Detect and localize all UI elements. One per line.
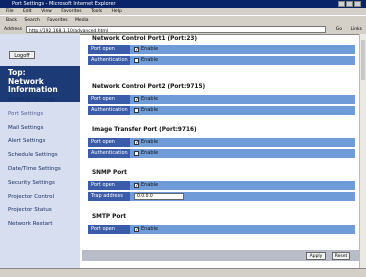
section-title-control-port1: Network Control Port1 (Port:23)	[92, 36, 198, 42]
row-value: Enable	[141, 150, 159, 156]
port-open-checkbox[interactable]: ✓	[134, 227, 139, 233]
section-title-smtp-port: SMTP Port	[92, 214, 127, 220]
form-row: Port open ✓ Enable	[88, 95, 355, 104]
port-open-checkbox[interactable]: ✓	[134, 140, 139, 146]
form-row: Port open ✓ Enable	[88, 45, 355, 54]
menu-file[interactable]: File	[6, 9, 14, 14]
sidebar-item-projector-status[interactable]: Projector Status	[8, 204, 82, 218]
action-bar: Apply Reset	[82, 250, 360, 261]
logoff-button[interactable]: Logoff	[9, 51, 35, 59]
search-button[interactable]: Search	[24, 18, 39, 23]
trap-address-input[interactable]: 0.0.0.0	[134, 193, 184, 200]
address-input[interactable]: http://192.168.1.10/advanced.html	[26, 26, 326, 34]
address-label: Address	[4, 27, 22, 32]
authentication-checkbox[interactable]	[134, 108, 139, 113]
go-button[interactable]: Go	[336, 25, 342, 34]
vertical-scrollbar[interactable]	[359, 34, 366, 268]
row-value: Enable	[141, 96, 159, 102]
section-title-image-transfer-port: Image Transfer Port (Port:9716)	[92, 127, 197, 133]
media-button[interactable]: Media	[75, 18, 89, 23]
sidebar-item-datetime-settings[interactable]: Date/Time Settings	[8, 163, 82, 177]
sidebar-item-port-settings[interactable]: Port Settings	[8, 108, 82, 122]
window-title: Port Settings - Microsoft Internet Explo…	[12, 1, 116, 7]
row-label: Port open	[88, 45, 130, 54]
sidebar-item-security-settings[interactable]: Security Settings	[8, 177, 82, 191]
title-bar: Port Settings - Microsoft Internet Explo…	[0, 0, 366, 8]
row-value: Enable	[141, 46, 159, 52]
menu-favorites[interactable]: Favorites	[61, 9, 81, 14]
row-value: Enable	[141, 107, 159, 113]
menu-help[interactable]: Help	[112, 9, 122, 14]
back-button[interactable]: Back	[6, 18, 17, 23]
form-row: Port open ✓ Enable	[88, 225, 355, 234]
form-row: Port open ✓ Enable	[88, 138, 355, 147]
links-button[interactable]: Links	[350, 25, 362, 34]
minimize-icon[interactable]	[338, 1, 345, 7]
port-open-checkbox[interactable]: ✓	[134, 183, 139, 189]
port-open-checkbox[interactable]: ✓	[134, 47, 139, 53]
row-label: Port open	[88, 181, 130, 190]
row-label: Port open	[88, 138, 130, 147]
scrollbar-thumb[interactable]	[361, 40, 365, 80]
menu-edit[interactable]: Edit	[23, 9, 32, 14]
row-label: Authentication	[88, 56, 130, 65]
form-row: Authentication Enable	[88, 149, 355, 158]
row-value: Enable	[141, 57, 159, 63]
row-label: Authentication	[88, 106, 130, 115]
menu-bar: File Edit View Favorites Tools Help	[0, 8, 366, 15]
form-row: Authentication Enable	[88, 56, 355, 65]
reset-button[interactable]: Reset	[332, 252, 350, 260]
row-label: Authentication	[88, 149, 130, 158]
sidebar: Logoff Top: Network Information Network …	[0, 34, 80, 268]
sidebar-item-schedule-settings[interactable]: Schedule Settings	[8, 149, 82, 163]
sidebar-item-network-settings[interactable]: Network Settings	[8, 94, 82, 108]
row-value: Enable	[141, 226, 159, 232]
row-value: Enable	[141, 182, 159, 188]
row-label: Trap address	[88, 192, 130, 201]
close-icon[interactable]	[354, 1, 361, 7]
form-row: Port open ✓ Enable	[88, 181, 355, 190]
sidebar-item-alert-settings[interactable]: Alert Settings	[8, 135, 82, 149]
authentication-checkbox[interactable]	[134, 151, 139, 156]
menu-view[interactable]: View	[41, 9, 52, 14]
row-label: Port open	[88, 95, 130, 104]
sidebar-item-mail-settings[interactable]: Mail Settings	[8, 122, 82, 136]
section-title-control-port2: Network Control Port2 (Port:9715)	[92, 84, 206, 90]
sidebar-item-network-restart[interactable]: Network Restart	[8, 218, 82, 232]
form-row: Trap address 0.0.0.0	[88, 192, 355, 201]
authentication-checkbox[interactable]	[134, 58, 139, 63]
main-content: Network Control Port1 (Port:23) Port ope…	[82, 34, 360, 268]
section-title-snmp-port: SNMP Port	[92, 170, 127, 176]
menu-tools[interactable]: Tools	[91, 9, 102, 14]
sidebar-item-projector-control[interactable]: Projector Control	[8, 191, 82, 205]
port-open-checkbox[interactable]: ✓	[134, 97, 139, 103]
sidebar-nav: Network Settings Port Settings Mail Sett…	[8, 94, 82, 232]
form-row: Authentication Enable	[88, 106, 355, 115]
row-label: Port open	[88, 225, 130, 234]
apply-button[interactable]: Apply	[306, 252, 326, 260]
favorites-button[interactable]: Favorites	[47, 18, 67, 23]
row-value: Enable	[141, 139, 159, 145]
maximize-icon[interactable]	[346, 1, 353, 7]
